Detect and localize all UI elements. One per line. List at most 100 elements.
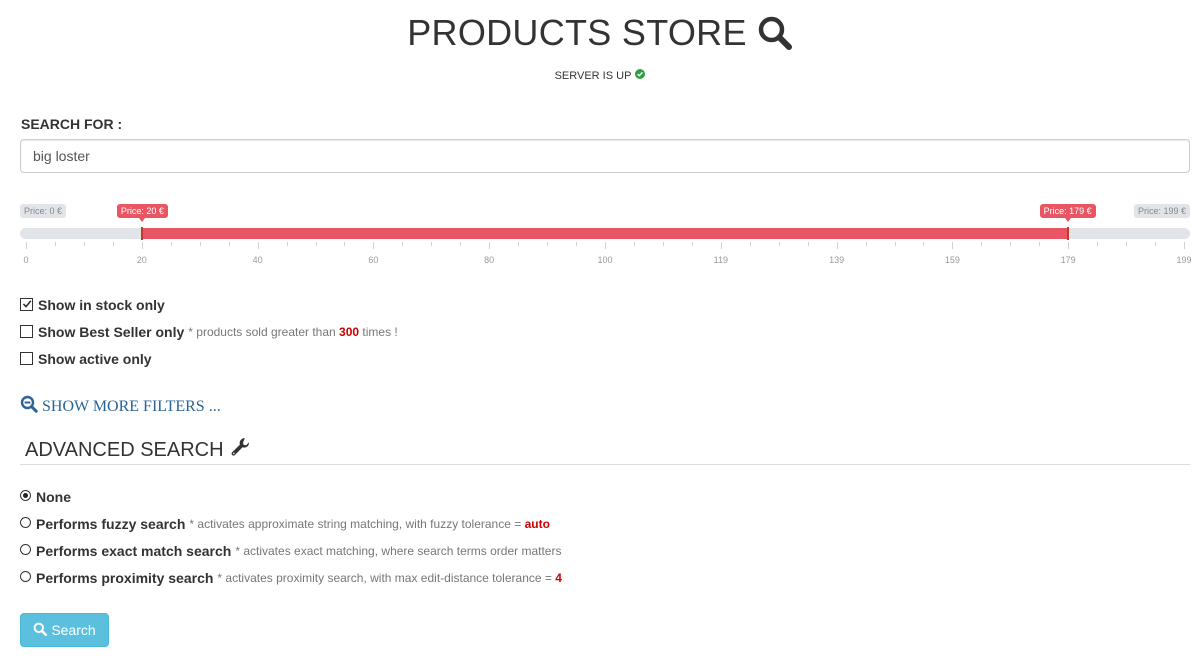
option-none[interactable]: None (20, 489, 71, 505)
best-seller-note-prefix: * products sold greater than (188, 325, 336, 339)
price-range-slider[interactable]: Price: 0 € Price: 20 € Price: 179 € Pric… (20, 200, 1192, 270)
filter-best-seller[interactable]: Show Best Seller only * products sold gr… (20, 324, 398, 340)
slider-minor-tick (199, 242, 201, 246)
checkbox-in-stock[interactable] (20, 297, 33, 311)
filter-best-seller-label: Show Best Seller only (38, 324, 185, 340)
radio-fuzzy[interactable] (20, 517, 31, 528)
slider-tick-label: 119 (713, 255, 728, 265)
server-status: SERVER IS UP (0, 69, 1200, 82)
search-input[interactable] (20, 139, 1190, 173)
search-button-label: Search (51, 622, 96, 638)
slider-handle-from[interactable] (141, 227, 144, 240)
slider-minor-tick (576, 242, 578, 246)
advanced-search-divider (20, 464, 1190, 465)
slider-tick (1068, 242, 1070, 249)
slider-tick-label: 139 (829, 255, 845, 265)
slider-minor-tick (170, 242, 172, 246)
price-to-label: Price: 179 € (1039, 204, 1096, 222)
option-exact-label: Performs exact match search (36, 543, 232, 559)
slider-tick-label: 80 (484, 255, 495, 265)
search-button[interactable]: Search (20, 613, 109, 647)
radio-proximity[interactable] (20, 571, 31, 582)
page-title-text: PRODUCTS STORE (407, 12, 747, 53)
slider-minor-tick (518, 242, 520, 246)
slider-minor-tick (865, 242, 867, 246)
slider-tick (26, 242, 27, 249)
price-min-label: Price: 0 € (20, 204, 67, 218)
check-circle-icon (635, 69, 646, 82)
slider-tick (605, 242, 606, 249)
checkbox-active[interactable] (20, 351, 33, 365)
option-fuzzy[interactable]: Performs fuzzy search * activates approx… (20, 516, 550, 532)
slider-tick (720, 242, 722, 249)
zoom-out-icon (20, 395, 38, 418)
slider-tick-label: 0 (23, 255, 29, 265)
slider-track[interactable] (20, 227, 1190, 240)
slider-tick (1184, 242, 1185, 249)
slider-minor-tick (1010, 242, 1012, 246)
option-exact[interactable]: Performs exact match search * activates … (20, 543, 561, 559)
slider-minor-tick (286, 242, 288, 246)
slider-tick-label: 100 (597, 255, 613, 265)
best-seller-note-suffix: times ! (362, 325, 398, 339)
fuzzy-note: * activates approximate string matching,… (189, 517, 550, 531)
slider-minor-tick (1039, 242, 1041, 246)
search-icon (33, 622, 48, 639)
slider-selected-range (142, 228, 1068, 239)
slider-minor-tick (633, 242, 635, 246)
slider-minor-tick (981, 242, 983, 246)
slider-tick (141, 242, 143, 249)
server-status-text: SERVER IS UP (554, 69, 632, 82)
filter-in-stock[interactable]: Show in stock only (20, 297, 165, 313)
slider-tick-label: 179 (1060, 255, 1076, 265)
filter-active[interactable]: Show active only (20, 351, 152, 367)
slider-tick (836, 242, 838, 249)
best-seller-note: * products sold greater than 300 times ! (188, 325, 397, 339)
advanced-search-heading: ADVANCED SEARCH (25, 437, 250, 463)
slider-tick-label: 20 (136, 255, 147, 265)
slider-minor-tick (344, 242, 346, 246)
slider-minor-tick (691, 242, 693, 246)
filter-in-stock-label: Show in stock only (38, 297, 165, 313)
search-icon (757, 15, 793, 51)
slider-minor-tick (83, 242, 85, 246)
filter-active-label: Show active only (38, 351, 152, 367)
fuzzy-note-text: * activates approximate string matching,… (189, 517, 522, 531)
fuzzy-note-value: auto (524, 517, 550, 531)
exact-note: * activates exact matching, where search… (235, 544, 562, 558)
slider-minor-tick (923, 242, 925, 246)
page-title: PRODUCTS STORE (0, 12, 1200, 54)
slider-minor-tick (460, 242, 462, 246)
slider-tick (952, 242, 954, 249)
checkbox-best-seller[interactable] (20, 324, 33, 338)
option-proximity[interactable]: Performs proximity search * activates pr… (20, 570, 562, 586)
show-more-filters-link[interactable]: SHOW MORE FILTERS ... (20, 395, 221, 418)
show-more-filters-label: SHOW MORE FILTERS ... (42, 397, 221, 415)
slider-minor-tick (749, 242, 751, 246)
slider-minor-tick (112, 242, 114, 246)
proximity-note-text: * activates proximity search, with max e… (217, 571, 552, 585)
slider-minor-tick (1126, 242, 1128, 246)
slider-minor-tick (662, 242, 664, 246)
wrench-icon (230, 437, 250, 463)
slider-minor-tick (431, 242, 433, 246)
radio-none[interactable] (20, 490, 31, 501)
slider-tick-label: 159 (944, 255, 960, 265)
slider-minor-tick (547, 242, 549, 246)
slider-minor-tick (1097, 242, 1099, 246)
slider-minor-tick (894, 242, 896, 246)
slider-minor-tick (54, 242, 56, 246)
slider-tick-label: 60 (368, 255, 379, 265)
price-from-label: Price: 20 € (116, 204, 168, 222)
price-max-label: Price: 199 € (1133, 204, 1190, 218)
slider-minor-tick (402, 242, 404, 246)
proximity-note: * activates proximity search, with max e… (217, 571, 562, 585)
slider-minor-tick (778, 242, 780, 246)
slider-handle-to[interactable] (1066, 227, 1069, 240)
option-fuzzy-label: Performs fuzzy search (36, 516, 186, 532)
slider-minor-tick (1155, 242, 1157, 246)
slider-minor-tick (807, 242, 809, 246)
radio-exact[interactable] (20, 544, 31, 555)
best-seller-note-value: 300 (339, 325, 360, 339)
slider-tick-label: 199 (1176, 255, 1192, 265)
